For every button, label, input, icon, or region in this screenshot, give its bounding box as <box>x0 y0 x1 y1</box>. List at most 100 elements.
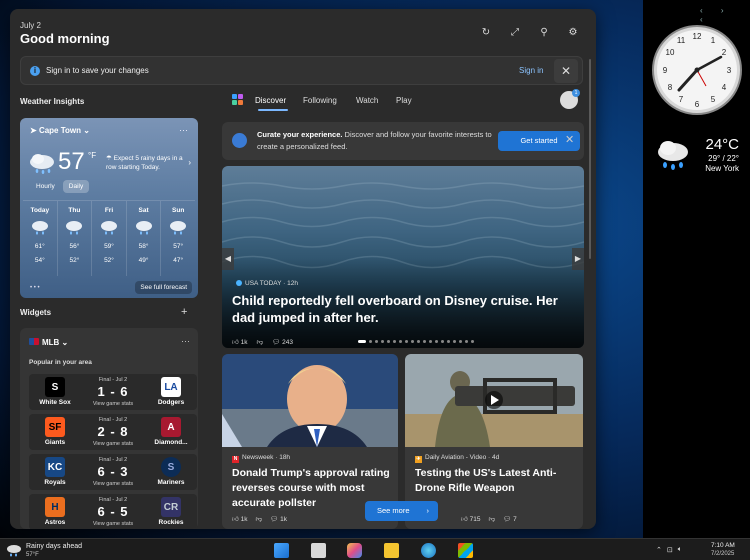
game-status: Final - Jul 2 <box>98 497 128 503</box>
game-score: 6 - 5 <box>97 504 129 519</box>
store-icon[interactable] <box>458 543 473 558</box>
edge-browser-icon[interactable] <box>421 543 436 558</box>
comment-icon[interactable]: 💬︎ 243 <box>272 338 293 346</box>
see-more-button[interactable]: See more › <box>365 501 438 521</box>
tab-play[interactable]: Play <box>396 96 412 105</box>
like-icon[interactable]: 👍︎ 1k <box>232 515 247 523</box>
taskbar-weather-text[interactable]: Rainy days ahead <box>26 543 82 550</box>
hero-story[interactable]: ◀ ▶ USA TODAY · 12h Child reportedly fel… <box>222 166 584 348</box>
forecast-day[interactable]: Sun 57° 47° <box>161 201 195 276</box>
network-icon[interactable]: ⊡ <box>667 546 673 554</box>
team-name: White Sox <box>39 399 71 406</box>
tab-watch[interactable]: Watch <box>356 96 378 105</box>
rain-cloud-icon[interactable] <box>6 544 22 557</box>
rain-cloud-icon <box>658 141 688 170</box>
gadget-nav-arrows[interactable]: ‹ › ‹ <box>700 6 750 24</box>
forecast-day[interactable]: Sat 58° 49° <box>127 201 162 276</box>
like-icon[interactable]: 👍︎ 1k <box>232 338 247 346</box>
team-logo: KC <box>45 457 65 477</box>
rain-cloud-icon <box>31 221 48 235</box>
team-logo: H <box>45 497 65 517</box>
chevron-right-icon[interactable]: › <box>188 158 191 167</box>
view-game-stats-link[interactable]: View game stats <box>87 481 139 487</box>
more-options-icon[interactable]: ··· <box>181 336 190 346</box>
tab-hourly[interactable]: Hourly <box>30 180 61 193</box>
taskbar-weather-temp[interactable]: 57°F <box>26 552 39 558</box>
forecast-day[interactable]: Fri 59° 52° <box>92 201 127 276</box>
tab-daily[interactable]: Daily <box>62 180 90 193</box>
expand-icon[interactable]: ⤢ <box>510 27 520 38</box>
view-game-stats-link[interactable]: View game stats <box>87 521 139 527</box>
team-logo: A <box>161 417 181 437</box>
refresh-icon[interactable]: ↻ <box>481 27 491 38</box>
game-row[interactable]: SF Giants Final - Jul 2 2 - 8 View game … <box>29 414 197 450</box>
carousel-dots[interactable] <box>358 340 474 343</box>
copilot-icon[interactable] <box>347 543 362 558</box>
svg-text:4: 4 <box>722 83 727 92</box>
tab-discover[interactable]: Discover <box>255 96 286 105</box>
weather-section-title: Weather Insights <box>20 97 85 106</box>
add-widget-icon[interactable]: + <box>181 306 187 318</box>
view-game-stats-link[interactable]: View game stats <box>87 401 139 407</box>
scrollbar[interactable] <box>589 59 591 259</box>
soldier-photo <box>405 354 583 447</box>
dislike-icon[interactable]: 👎︎ <box>488 515 495 523</box>
volume-icon[interactable]: 🔈︎ <box>678 546 682 554</box>
story-source[interactable]: N Newsweek · 18h <box>232 454 290 463</box>
svg-text:3: 3 <box>727 66 732 75</box>
game-row[interactable]: KC Royals Final - Jul 2 6 - 3 View game … <box>29 454 197 490</box>
team-name: Dodgers <box>157 399 185 406</box>
location-name: Cape Town <box>38 126 82 135</box>
game-row[interactable]: H Astros Final - Jul 2 6 - 5 View game s… <box>29 494 197 529</box>
weather-card[interactable]: ➤ Cape Town ⌄ ··· 57 °F ☂ Expect 5 rainy… <box>20 118 198 298</box>
team-name: Rockies <box>158 519 184 526</box>
desktop-weather-gadget: 24°C 29° / 22° New York <box>651 132 745 178</box>
game-row[interactable]: S White Sox Final - Jul 2 1 - 6 View gam… <box>29 374 197 410</box>
mlb-logo-icon <box>29 338 39 345</box>
weather-insight: ☂ Expect 5 rainy days in a row starting … <box>106 155 183 171</box>
close-icon[interactable]: ✕ <box>554 59 578 83</box>
close-icon[interactable]: ✕ <box>565 133 574 146</box>
chevron-up-icon[interactable]: ⌃ <box>656 546 662 554</box>
like-icon[interactable]: 👍︎ 715 <box>461 515 480 523</box>
more-options-icon[interactable]: ··· <box>179 125 188 135</box>
svg-text:5: 5 <box>711 95 716 104</box>
info-icon: i <box>30 66 40 76</box>
settings-gear-icon[interactable]: ⚙ <box>568 27 578 38</box>
view-game-stats-link[interactable]: View game stats <box>87 441 139 447</box>
taskbar-date[interactable]: 7/2/2025 <box>711 551 734 557</box>
taskbar: Rainy days ahead 57°F ⌃ ⊡ 🔈︎ 7:10 AM 7/2… <box>0 538 750 560</box>
signin-link[interactable]: Sign in <box>519 66 543 75</box>
forecast-tabs: Hourly Daily <box>30 180 90 193</box>
comment-icon[interactable]: 💬︎ 7 <box>503 515 517 523</box>
forecast-day[interactable]: Thu 56° 52° <box>58 201 93 276</box>
weather-location[interactable]: ➤ Cape Town ⌄ <box>30 126 90 135</box>
task-view-icon[interactable] <box>311 543 326 558</box>
comment-icon[interactable]: 💬︎ 1k <box>270 515 287 523</box>
system-tray: ⌃ ⊡ 🔈︎ <box>656 546 682 554</box>
current-temperature: 57 <box>58 148 85 175</box>
team-logo: S <box>45 377 65 397</box>
gadget-city: New York <box>705 164 739 173</box>
story-source[interactable]: USA TODAY · 12h <box>236 280 298 287</box>
see-full-forecast-button[interactable]: See full forecast <box>135 281 192 294</box>
tab-following[interactable]: Following <box>303 96 337 105</box>
svg-text:11: 11 <box>677 36 686 45</box>
file-explorer-icon[interactable] <box>384 543 399 558</box>
svg-text:7: 7 <box>679 95 684 104</box>
taskbar-time[interactable]: 7:10 AM <box>711 542 735 549</box>
dislike-icon[interactable]: 👎︎ <box>255 515 262 523</box>
game-status: Final - Jul 2 <box>98 417 128 423</box>
next-arrow-icon[interactable]: ▶ <box>572 248 584 270</box>
dislike-icon[interactable]: 👎︎ <box>256 338 263 346</box>
story-source[interactable]: ✈ Daily Aviation - Video · 4d <box>415 454 499 463</box>
forecast-day[interactable]: Today 61° 54° <box>23 201 58 276</box>
start-windows-icon[interactable] <box>274 543 289 558</box>
card-headline[interactable]: Testing the US's Latest Anti-Drone Rifle… <box>415 466 575 496</box>
mlb-widget[interactable]: MLB ⌄ ··· Popular in your area S White S… <box>20 328 198 529</box>
pager-dots[interactable]: • • • <box>30 285 40 291</box>
pin-icon[interactable]: ⚲ <box>539 27 549 38</box>
mlb-header[interactable]: MLB ⌄ <box>29 338 68 347</box>
hero-headline[interactable]: Child reportedly fell overboard on Disne… <box>232 292 572 326</box>
previous-arrow-icon[interactable]: ◀ <box>222 248 234 270</box>
